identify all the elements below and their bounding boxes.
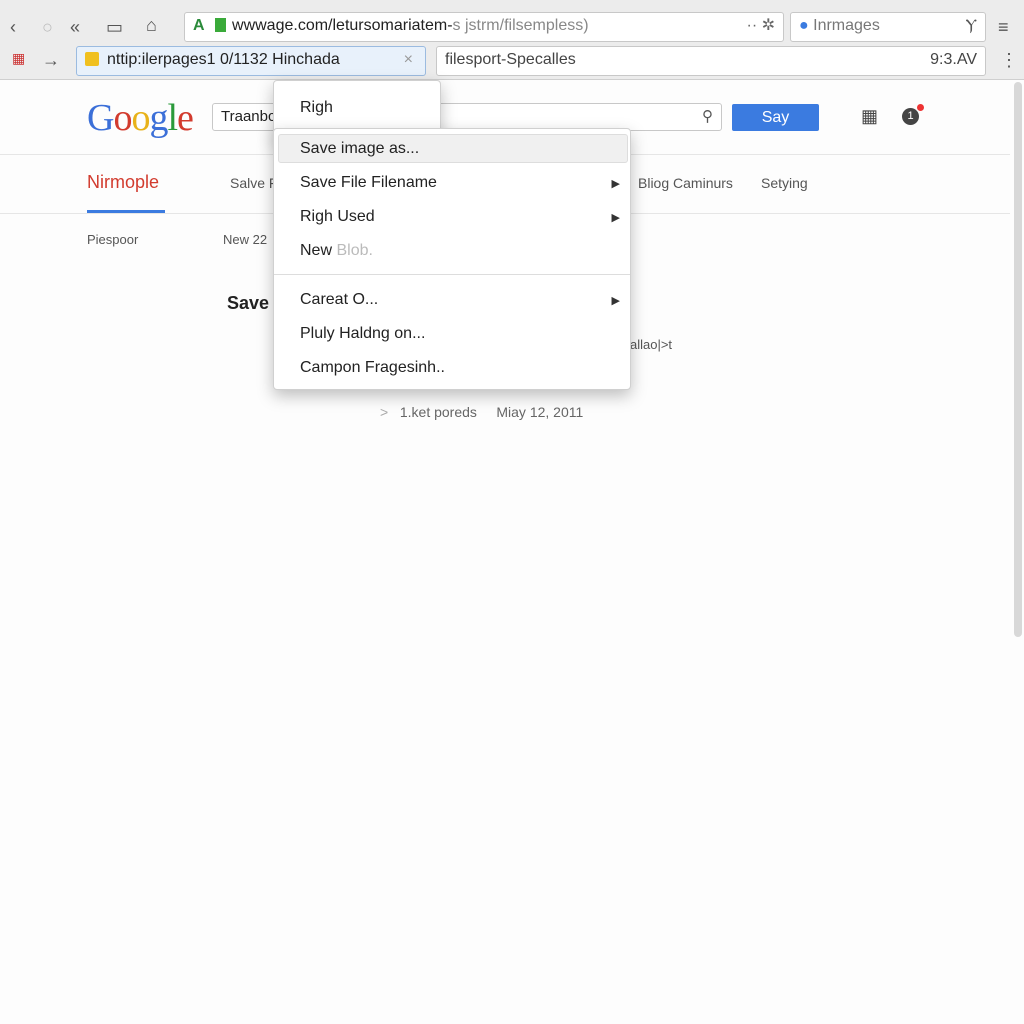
secondary-field-text: filesport-Specalles	[445, 51, 576, 68]
menu-item-save-file[interactable]: Save File Filename	[300, 174, 437, 192]
close-icon[interactable]: ×	[404, 47, 413, 73]
google-logo[interactable]: Google	[87, 96, 194, 140]
tab-url-field[interactable]: nttip:ilerpages1 0/1132 Hinchada ×	[76, 46, 426, 76]
search-box[interactable]: ● Inrmages Ⲩ	[790, 12, 986, 42]
menu-icon[interactable]: ≡	[998, 17, 1009, 37]
menu-separator	[274, 274, 630, 275]
search-input-text: Traanbc	[221, 108, 276, 125]
menu-item-new-label: New	[300, 242, 333, 259]
folder-icon	[85, 52, 99, 66]
browser-toolbar: ‹ ○ « ▭ ⌂ A wwwage.com/letursomariatem-s…	[0, 0, 1024, 80]
scrollbar[interactable]	[1014, 82, 1022, 637]
bookmark-icon[interactable]: ▭	[106, 17, 123, 37]
extension-icon[interactable]: ▦	[12, 48, 25, 68]
meta-arrow: >	[380, 404, 389, 420]
filter-label[interactable]: Piespoor	[87, 232, 138, 247]
time-text: 9:3.AV	[930, 51, 977, 68]
menu-item-careat[interactable]: Careat O...	[300, 291, 378, 309]
notifications-icon[interactable]: 1	[902, 108, 919, 125]
search-box-text: Inrmages	[813, 17, 880, 34]
forward-icon[interactable]: →	[42, 50, 60, 70]
notification-dot	[917, 104, 924, 111]
lock-icon	[215, 18, 227, 32]
menu-item-new-dim: Blob.	[336, 242, 373, 259]
star-icon[interactable]: ·· ✲	[746, 13, 775, 39]
menu-item-righ[interactable]: Righ	[300, 99, 333, 117]
menu-item-campon[interactable]: Campon Fragesinh..	[300, 359, 445, 377]
tab-url-text: nttip:ilerpages1 0/1132 Hinchada	[107, 51, 340, 68]
secondary-field[interactable]: filesport-Specalles 9:3.AV	[436, 46, 986, 76]
more-icon[interactable]: ⋮	[1000, 50, 1018, 70]
url-text: wwwage.com/letursomariatem-	[232, 17, 453, 34]
history-icon[interactable]: «	[70, 17, 80, 37]
url-text-dim: s jstrm/filsempless)	[452, 17, 589, 34]
menu-item-righ-used[interactable]: Righ Used	[300, 208, 375, 226]
tab-nirmople[interactable]: Nirmople	[87, 172, 159, 193]
search-button[interactable]: Say	[732, 104, 819, 131]
home-icon[interactable]: ⌂	[146, 15, 157, 35]
tab-salve[interactable]: Salve F	[230, 175, 277, 191]
address-bar[interactable]: A wwwage.com/letursomariatem-s jstrm/fil…	[184, 12, 784, 42]
reload-icon[interactable]: ○	[42, 17, 53, 37]
meta-count: 1.ket poreds	[399, 404, 477, 420]
search-engine-icon: ●	[799, 17, 809, 34]
menu-item-new[interactable]: New Blob.	[300, 242, 373, 260]
apps-grid-icon[interactable]: ▦	[861, 106, 878, 127]
submenu-arrow-icon: ▶	[611, 295, 620, 307]
filter-label[interactable]: New 22	[223, 232, 267, 247]
meta-date: Miay 12, 2011	[496, 404, 584, 420]
clear-icon[interactable]: Ⲩ	[965, 13, 977, 39]
context-menu: Save image as... Save File Filename ▶ Rig…	[273, 128, 631, 390]
result-meta: > 1.ket poreds Miay 12, 2011	[380, 404, 583, 420]
search-icon: ⚲	[702, 108, 713, 125]
submenu-arrow-icon: ▶	[611, 178, 620, 190]
back-icon[interactable]: ‹	[10, 17, 16, 37]
result-heading: Save I	[227, 293, 280, 313]
tab-blog[interactable]: Bliog Caminurs	[638, 175, 733, 191]
tab-settings[interactable]: Setying	[761, 175, 808, 191]
menu-item-save-image[interactable]: Save image as...	[300, 140, 419, 158]
site-icon: A	[193, 17, 205, 34]
submenu-arrow-icon: ▶	[611, 212, 620, 224]
menu-item-pluly[interactable]: Pluly Haldng on...	[300, 325, 425, 343]
result-snippet: allao|>t	[630, 337, 673, 352]
